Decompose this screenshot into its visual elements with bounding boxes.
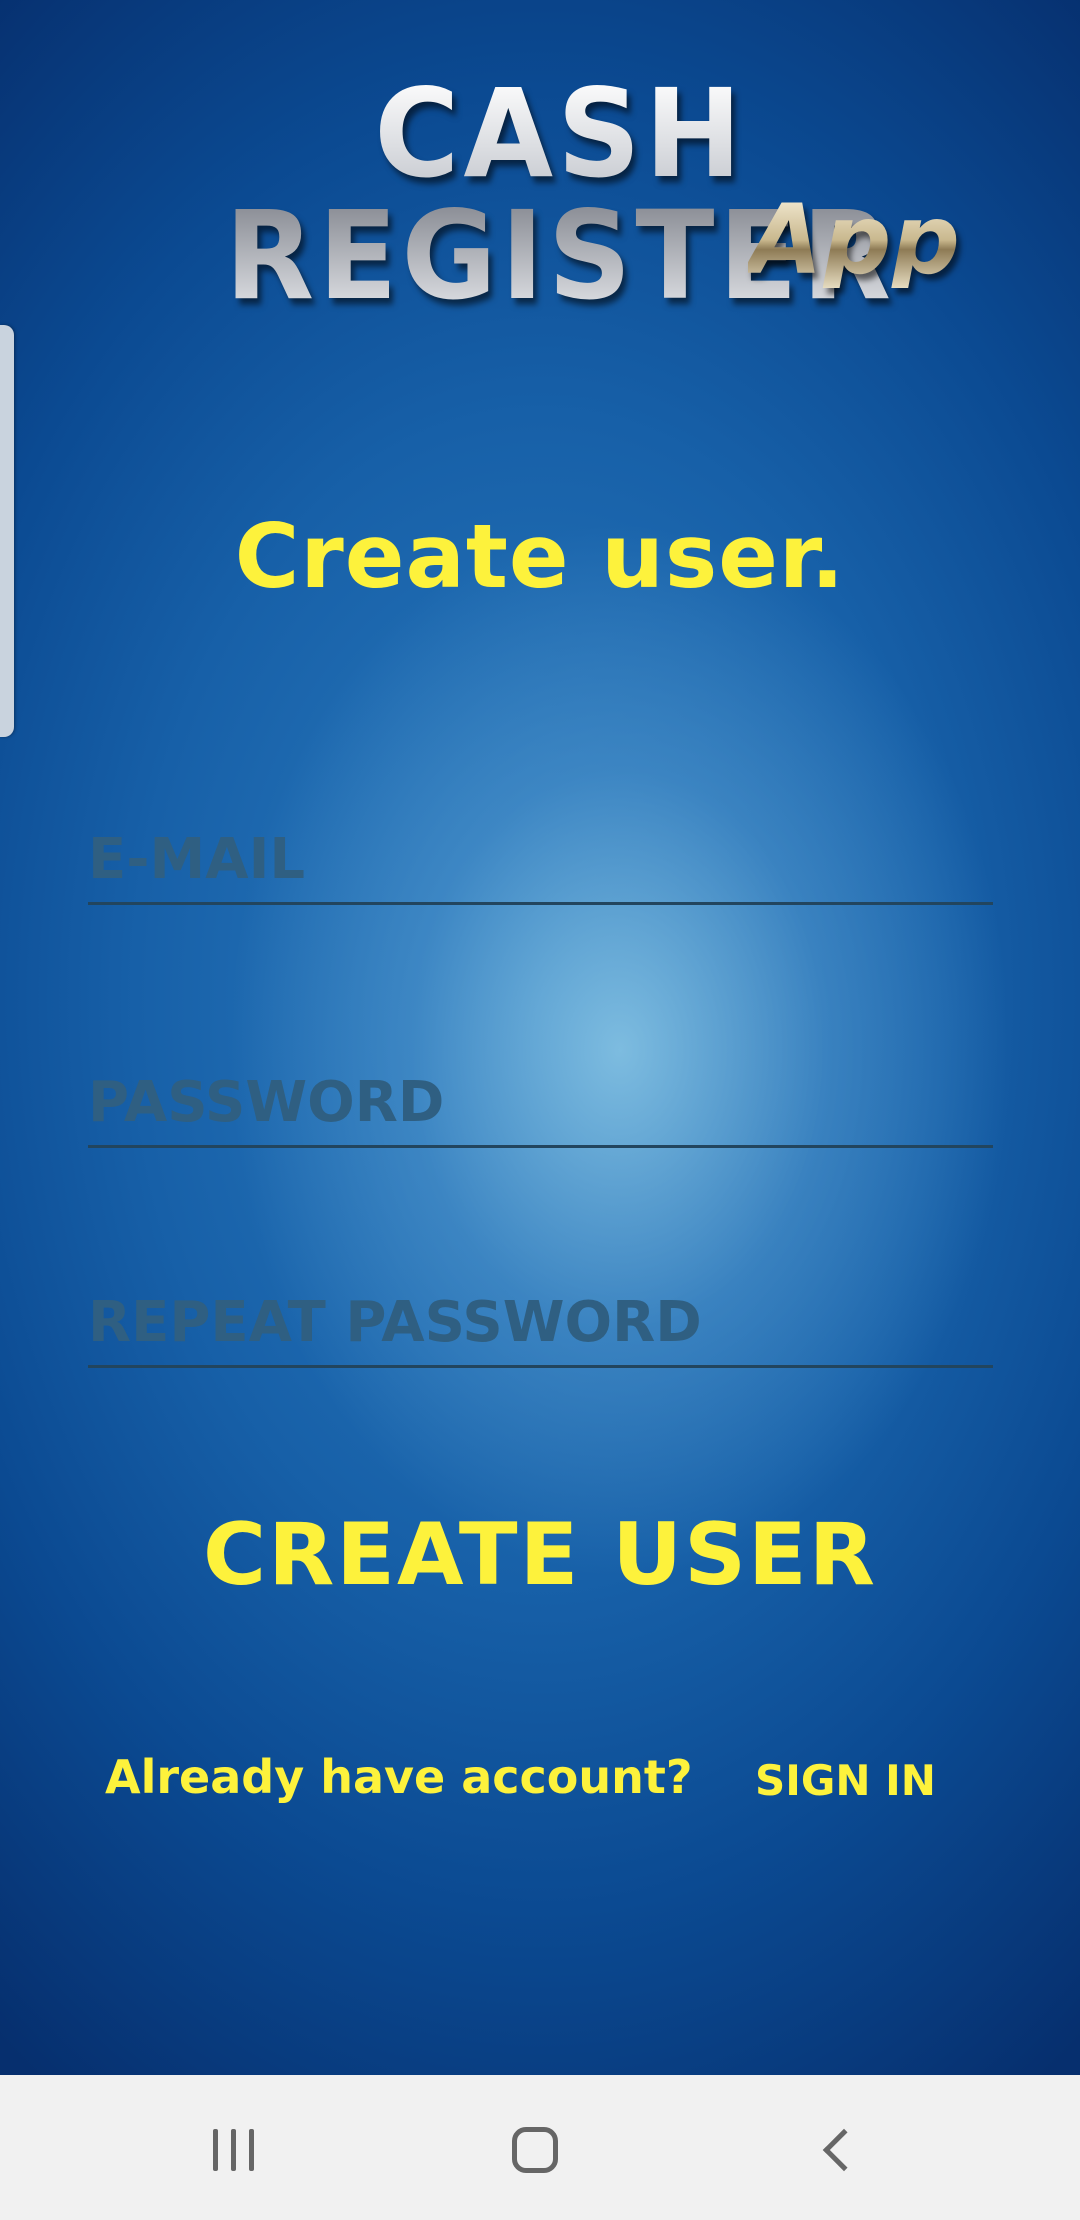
- password-field[interactable]: [88, 1070, 993, 1135]
- already-have-account-text: Already have account?: [105, 1750, 693, 1804]
- create-user-button[interactable]: CREATE USER: [190, 1495, 890, 1615]
- home-icon: [512, 2127, 558, 2173]
- recent-apps-button[interactable]: [163, 2105, 303, 2195]
- back-icon: [822, 2128, 866, 2172]
- logo-subtitle: App: [748, 184, 960, 296]
- back-button[interactable]: [768, 2105, 908, 2195]
- page-title: Create user.: [234, 505, 846, 608]
- email-field[interactable]: [88, 827, 993, 892]
- repeat-password-field-container: [88, 1273, 993, 1368]
- password-field-container: [88, 1053, 993, 1148]
- app-screen: CASH REGISTER App Create user. CREATE US…: [0, 0, 1080, 2075]
- email-field-container: [88, 810, 993, 905]
- repeat-password-field[interactable]: [88, 1290, 993, 1355]
- home-button[interactable]: [465, 2105, 605, 2195]
- app-logo: CASH REGISTER App: [150, 74, 970, 320]
- sign-in-button[interactable]: SIGN IN: [755, 1748, 936, 1812]
- system-navigation-bar: [0, 2075, 1080, 2220]
- recent-apps-icon: [212, 2129, 254, 2171]
